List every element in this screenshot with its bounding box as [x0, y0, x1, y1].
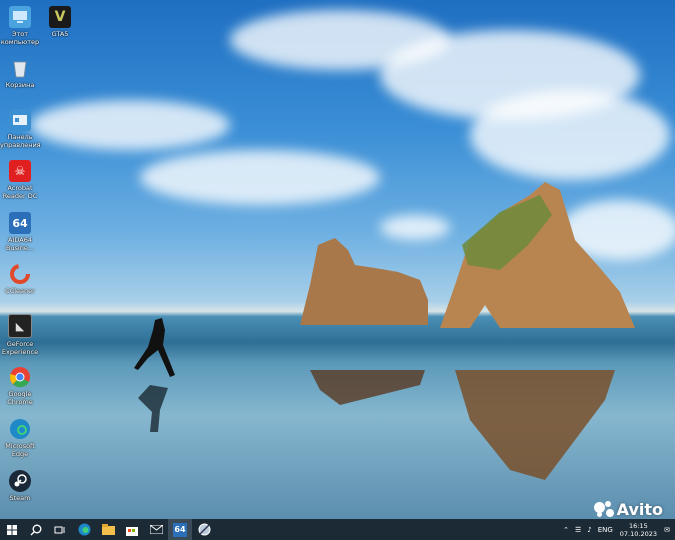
- desktop-icon-acrobat-reader[interactable]: ☠ Acrobat Reader DC: [0, 160, 40, 200]
- desktop-wallpaper: Этот компьютер V GTA5 Корзина Панель упр…: [0, 0, 675, 519]
- desktop-icon-steam[interactable]: Steam: [0, 470, 40, 502]
- taskbar: 64 ⌃ ☰ ♪ ENG 16:15 07.10.2023 ✉: [0, 519, 675, 540]
- aida64-icon: 64: [173, 522, 187, 537]
- desktop-icon-label: Acrobat Reader DC: [2, 184, 38, 200]
- chrome-icon: [9, 366, 31, 388]
- steam-icon: [9, 470, 31, 492]
- desktop-icon-label: GeForce Experience: [1, 340, 39, 356]
- volume-icon[interactable]: ♪: [587, 526, 591, 534]
- edge-icon: [9, 418, 31, 440]
- sea-stacks: [134, 182, 635, 480]
- acrobat-reader-icon: ☠: [9, 160, 31, 182]
- search-icon: [30, 524, 42, 535]
- desktop-icon-recycle-bin[interactable]: Корзина: [0, 57, 40, 89]
- desktop-icon-geforce-experience[interactable]: ◣ GeForce Experience: [0, 314, 40, 356]
- start-button[interactable]: [0, 519, 24, 540]
- desktop-icon-this-pc[interactable]: Этот компьютер: [0, 6, 40, 46]
- language-indicator[interactable]: ENG: [598, 526, 613, 534]
- desktop-icon-label: Steam: [9, 494, 31, 502]
- desktop-icon-label: Google Chrome: [7, 390, 33, 406]
- clock-time: 16:15: [629, 521, 648, 530]
- desktop-icon-edge[interactable]: Microsoft Edge: [0, 418, 40, 458]
- desktop-icon-label: AIDA64 Busine...: [5, 236, 35, 252]
- watermark: Avito: [593, 500, 663, 519]
- avito-logo-icon: [593, 500, 614, 519]
- mail-icon: [149, 525, 163, 534]
- desktop-icon-label: Корзина: [5, 81, 35, 89]
- desktop-icon-ccleaner[interactable]: CCleaner: [0, 263, 40, 295]
- taskbar-app[interactable]: [192, 519, 216, 540]
- desktop-icon-label: Этот компьютер: [0, 30, 40, 46]
- taskbar-store[interactable]: [120, 519, 144, 540]
- clock-date: 07.10.2023: [619, 529, 657, 538]
- clock[interactable]: 16:15 07.10.2023: [620, 522, 657, 538]
- store-icon: [126, 526, 138, 536]
- desktop-icon-label: GTA5: [51, 30, 69, 38]
- desktop-icon-label: Панель управления: [0, 133, 41, 149]
- app-icon: [198, 523, 210, 536]
- aida64-icon: 64: [9, 212, 31, 234]
- ccleaner-icon: [9, 263, 31, 285]
- gta5-icon: V: [49, 6, 71, 28]
- geforce-experience-icon: ◣: [8, 314, 32, 338]
- show-hidden-icons-button[interactable]: ⌃: [563, 526, 569, 534]
- taskbar-file-explorer[interactable]: [96, 519, 120, 540]
- search-button[interactable]: [24, 519, 48, 540]
- folder-icon: [101, 524, 115, 535]
- this-pc-icon: [9, 6, 31, 28]
- desktop-icon-label: Microsoft Edge: [5, 442, 35, 458]
- desktop-icon-label: CCleaner: [5, 287, 35, 295]
- task-view-icon: [54, 526, 65, 533]
- edge-icon: [78, 523, 90, 536]
- taskbar-aida64[interactable]: 64: [168, 519, 192, 540]
- desktop-icon-chrome[interactable]: Google Chrome: [0, 366, 40, 406]
- system-tray: ⌃ ☰ ♪ ENG 16:15 07.10.2023 ✉: [560, 519, 675, 540]
- windows-icon: [7, 524, 17, 535]
- desktop-icon-control-panel[interactable]: Панель управления: [0, 109, 41, 149]
- recycle-bin-icon: [9, 57, 31, 79]
- network-icon[interactable]: ☰: [575, 526, 581, 534]
- taskbar-edge[interactable]: [72, 519, 96, 540]
- desktop-icon-gta5[interactable]: V GTA5: [40, 6, 80, 38]
- taskbar-mail[interactable]: [144, 519, 168, 540]
- watermark-text: Avito: [616, 500, 663, 519]
- notifications-icon[interactable]: ✉: [664, 526, 670, 534]
- desktop-icon-aida64[interactable]: 64 AIDA64 Busine...: [0, 212, 40, 252]
- task-view-button[interactable]: [48, 519, 72, 540]
- control-panel-icon: [9, 109, 31, 131]
